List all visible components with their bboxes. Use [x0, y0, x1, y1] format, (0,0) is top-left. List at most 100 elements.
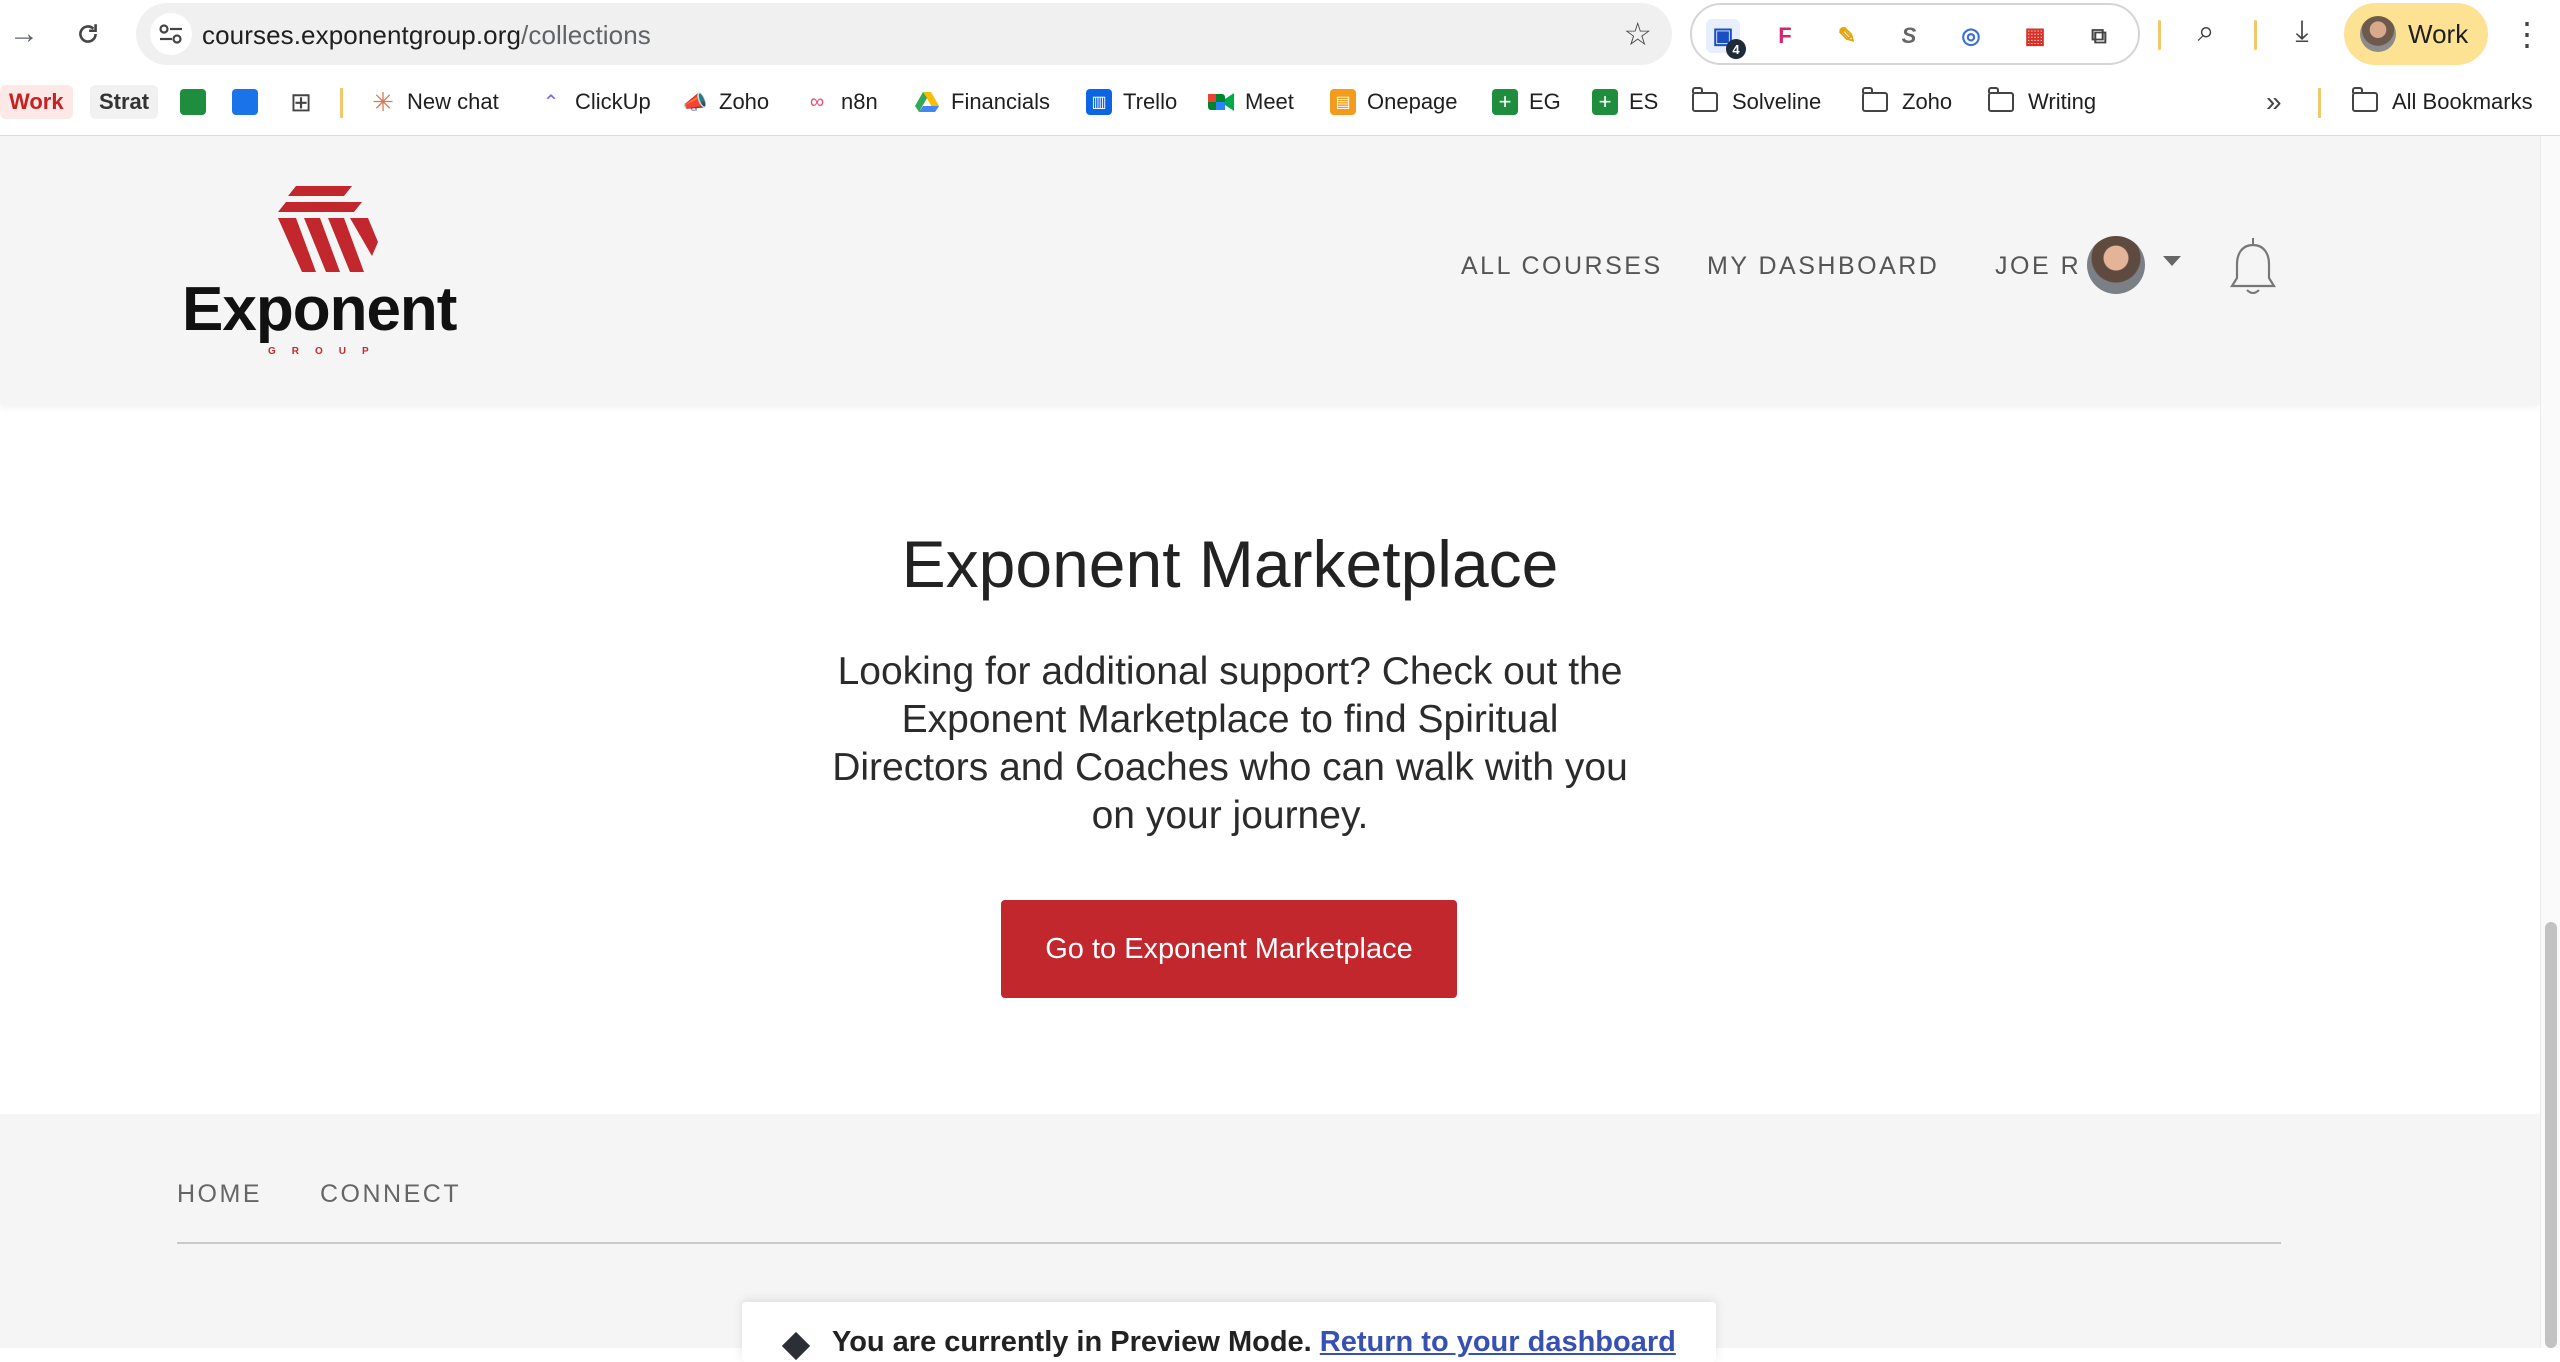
- claude-icon: ✳: [372, 86, 394, 117]
- return-to-dashboard-link[interactable]: Return to your dashboard: [1320, 1326, 1676, 1358]
- grid-icon: ⊞: [290, 86, 312, 117]
- highlighter-extension-icon[interactable]: ✎: [1830, 19, 1864, 53]
- diamond-icon: [781, 1331, 811, 1361]
- onepage-icon: ▤: [1330, 89, 1356, 115]
- bookmark-label: Onepage: [1367, 89, 1458, 114]
- bookmark-financials[interactable]: Financials: [914, 82, 1050, 122]
- page-description: Looking for additional support? Check ou…: [832, 650, 1628, 837]
- footer-connect-link[interactable]: CONNECT: [320, 1180, 461, 1209]
- site-header: Exponent GROUP ALL COURSES MY DASHBOARD …: [0, 136, 2540, 404]
- more-bookmarks-chevron-icon[interactable]: »: [2266, 82, 2282, 122]
- clickup-icon: ⌃: [542, 91, 560, 114]
- bookmark-blue-square[interactable]: [232, 82, 269, 122]
- bookmark-green-square[interactable]: [180, 82, 217, 122]
- bookmark-clickup[interactable]: ⌃ ClickUp: [538, 82, 651, 122]
- bookmark-meet[interactable]: Meet: [1208, 82, 1294, 122]
- bookmark-label: Zoho: [719, 89, 770, 114]
- bookmark-onepage[interactable]: ▤ Onepage: [1330, 82, 1458, 122]
- bookmark-n8n[interactable]: ∞ n8n: [804, 82, 878, 122]
- nav-user-name[interactable]: JOE R: [1995, 252, 2081, 281]
- green-square-icon: [180, 89, 206, 115]
- bookmark-label: Meet: [1245, 89, 1294, 114]
- profile-avatar: [2360, 16, 2396, 52]
- bookmark-eg[interactable]: + EG: [1492, 82, 1561, 122]
- page-title: Exponent Marketplace: [901, 527, 1559, 601]
- s-extension-icon[interactable]: S: [1892, 19, 1926, 53]
- toolbar-divider: [2158, 20, 2161, 50]
- bookmarks-divider: [340, 88, 343, 118]
- bookmark-folder-zoho[interactable]: Zoho: [1861, 82, 1953, 122]
- megaphone-icon: 📣: [682, 91, 708, 114]
- bookmarks-bar: Work Strat ⊞ ✳ New chat ⌃ ClickUp 📣 Zoho ∞ n…: [0, 68, 2560, 136]
- bookmark-label: EG: [1529, 89, 1561, 114]
- extensions-puzzle-icon[interactable]: ⧉: [2082, 19, 2116, 53]
- bookmark-folder-writing[interactable]: Writing: [1987, 82, 2097, 122]
- folder-icon: [1987, 87, 2014, 112]
- bookmark-apps[interactable]: ⊞: [288, 82, 325, 122]
- trello-icon: ▥: [1086, 89, 1112, 115]
- browser-toolbar: → courses.exponentgroup.org/collections …: [0, 0, 2560, 68]
- bookmark-label: New chat: [407, 89, 499, 114]
- folder-icon: [1861, 87, 1888, 112]
- logo-wordmark: Exponent: [182, 275, 457, 344]
- target-extension-icon[interactable]: ◎: [1954, 19, 1988, 53]
- profile-button[interactable]: Work: [2344, 3, 2488, 65]
- nav-all-courses[interactable]: ALL COURSES: [1461, 252, 1663, 281]
- bookmark-label: Financials: [951, 89, 1051, 114]
- google-drive-icon: [914, 89, 940, 115]
- bookmark-work[interactable]: Work: [0, 82, 73, 122]
- blue-square-icon: [232, 89, 258, 115]
- url-host: courses.exponentgroup.org: [202, 20, 522, 50]
- url-text[interactable]: courses.exponentgroup.org/collections: [202, 20, 651, 51]
- forward-icon[interactable]: →: [2, 12, 46, 56]
- exponent-logo[interactable]: Exponent GROUP: [182, 186, 462, 357]
- browser-menu-icon[interactable]: ⋮: [2511, 12, 2543, 56]
- bookmark-label: Writing: [2028, 89, 2097, 114]
- preview-mode-text: You are currently in Preview Mode.: [832, 1326, 1312, 1358]
- bookmark-label: Strat: [90, 85, 159, 119]
- bookmark-label: Work: [0, 85, 73, 119]
- folder-icon: [2351, 87, 2378, 112]
- logo-subtext: GROUP: [268, 346, 385, 357]
- all-bookmarks[interactable]: All Bookmarks: [2351, 82, 2533, 122]
- url-path: /collections: [521, 20, 651, 50]
- footer-divider: [177, 1242, 2281, 1244]
- bookmark-label: Solveline: [1732, 89, 1822, 114]
- bookmark-label: Zoho: [1902, 89, 1953, 114]
- toolbar-divider: [2254, 20, 2257, 50]
- bell-icon[interactable]: [2228, 236, 2278, 298]
- bookmark-label: ES: [1629, 89, 1659, 114]
- bookmarks-divider: [2318, 88, 2321, 118]
- extensions-group: ▣ 4 F ✎ S ◎ ▦ ⧉: [1690, 3, 2140, 65]
- bookmark-label: Trello: [1123, 89, 1178, 114]
- bookmark-new-chat[interactable]: ✳ New chat: [370, 82, 499, 122]
- bookmark-star-icon[interactable]: ☆: [1623, 15, 1652, 53]
- reading-mode-icon[interactable]: ⌕: [2188, 14, 2224, 50]
- extension-badge: 4: [1726, 39, 1746, 59]
- nav-my-dashboard[interactable]: MY DASHBOARD: [1707, 252, 1939, 281]
- bookmark-trello[interactable]: ▥ Trello: [1086, 82, 1177, 122]
- preview-mode-banner: You are currently in Preview Mode. Retur…: [742, 1302, 1716, 1362]
- bookmark-strat[interactable]: Strat: [90, 82, 159, 122]
- page-scrollbar[interactable]: [2540, 136, 2560, 1348]
- bookmark-folder-solveline[interactable]: Solveline: [1691, 82, 1822, 122]
- footer-home-link[interactable]: HOME: [177, 1180, 262, 1209]
- bookmark-es[interactable]: + ES: [1592, 82, 1658, 122]
- reload-icon[interactable]: [66, 12, 110, 56]
- go-to-marketplace-button[interactable]: Go to Exponent Marketplace: [1001, 900, 1457, 998]
- tab-manager-extension-icon[interactable]: ▣ 4: [1706, 19, 1746, 59]
- clickup-extension-icon[interactable]: F: [1768, 19, 1802, 53]
- site-settings-icon[interactable]: [150, 13, 192, 55]
- bookmark-label: n8n: [841, 89, 878, 114]
- chart-extension-icon[interactable]: ▦: [2018, 19, 2052, 53]
- user-avatar[interactable]: [2087, 236, 2145, 294]
- logo-mark-icon: [278, 186, 378, 272]
- chevron-down-icon[interactable]: [2163, 256, 2181, 266]
- bookmark-zoho[interactable]: 📣 Zoho: [682, 82, 770, 122]
- n8n-icon: ∞: [809, 90, 825, 113]
- bookmark-label: ClickUp: [575, 89, 651, 114]
- address-bar[interactable]: courses.exponentgroup.org/collections ☆: [136, 3, 1672, 65]
- download-icon[interactable]: ⤓: [2284, 14, 2320, 50]
- bookmark-label: All Bookmarks: [2392, 89, 2533, 114]
- scrollbar-thumb[interactable]: [2545, 922, 2557, 1348]
